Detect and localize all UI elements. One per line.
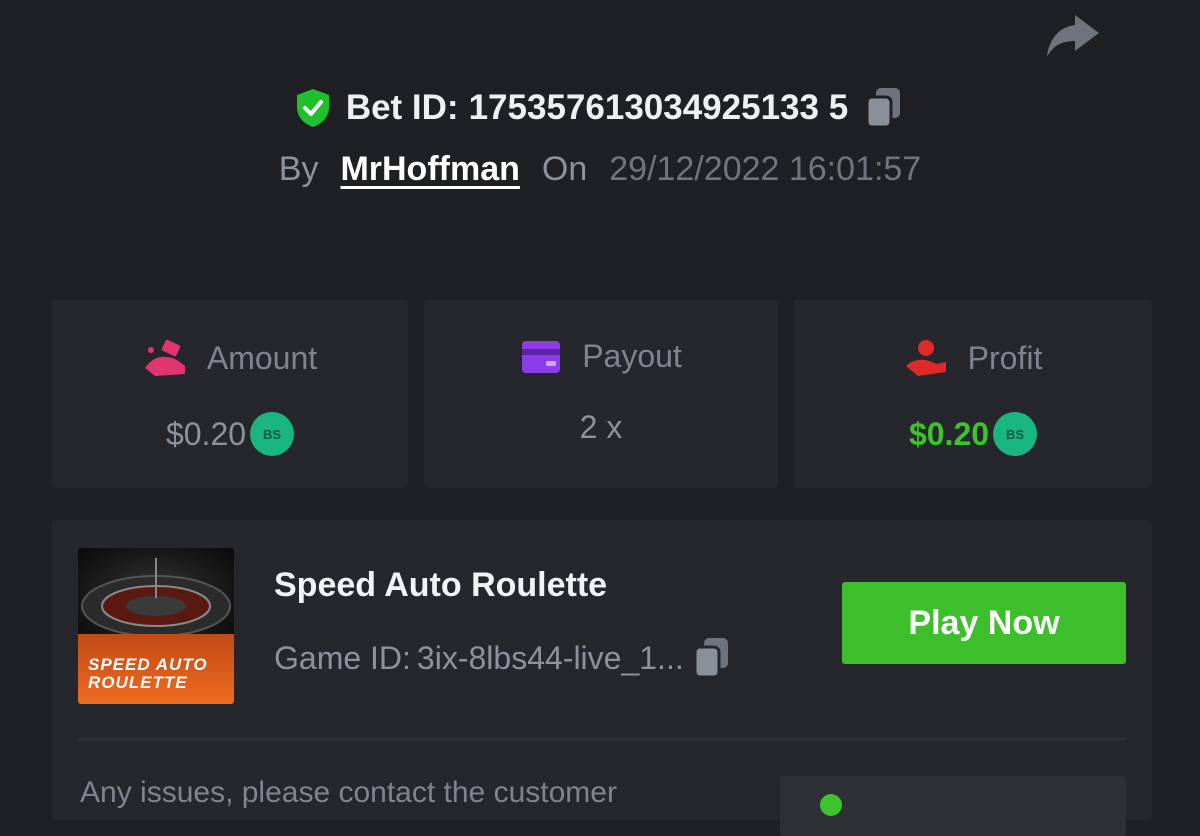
amount-value-row: $0.20 BS — [165, 412, 295, 456]
bet-id-value: 175357613034925133 5 — [468, 88, 849, 127]
copy-game-id-button[interactable] — [690, 636, 734, 680]
amount-value: $0.20 — [165, 415, 247, 452]
share-icon — [1047, 15, 1099, 57]
bet-id-label: Bet ID: — [345, 88, 459, 127]
amount-card: Amount $0.20 BS — [52, 300, 408, 488]
game-panel: SPEED AUTO ROULETTE Speed Auto Roulette … — [52, 520, 1152, 836]
payout-value-row: 2 x — [580, 409, 623, 446]
share-button[interactable] — [1044, 8, 1102, 62]
bet-id-row: Bet ID: 175357613034925133 5 — [0, 86, 1200, 130]
bet-meta-row: By MrHoffman On 29/12/2022 16:01:57 — [0, 150, 1200, 189]
by-label: By — [278, 150, 319, 188]
status-dot-icon — [820, 794, 842, 816]
card-icon — [522, 340, 561, 373]
bet-stats: Amount $0.20 BS Payout 2 x Profit $0.20 … — [52, 300, 1152, 488]
profit-hand-icon — [905, 340, 946, 376]
bet-datetime: 29/12/2022 16:01:57 — [609, 150, 922, 188]
profit-label: Profit — [967, 339, 1043, 376]
payout-value: 2 x — [579, 409, 623, 445]
amount-label: Amount — [206, 339, 318, 376]
coin-icon: BS — [250, 412, 295, 456]
profit-card: Profit $0.20 BS — [794, 300, 1152, 488]
coin-icon: BS — [993, 412, 1038, 456]
copy-bet-id-button[interactable] — [862, 86, 906, 130]
divider — [78, 738, 1126, 740]
profit-value-row: $0.20 BS — [908, 412, 1038, 456]
money-hand-icon — [144, 339, 185, 376]
game-id-value: 3ix-8lbs44-live_1... — [416, 639, 684, 676]
roulette-wheel-image — [78, 548, 234, 637]
support-text: Any issues, please contact the customer — [80, 776, 617, 809]
play-now-button[interactable]: Play Now — [842, 582, 1126, 664]
game-thumbnail[interactable]: SPEED AUTO ROULETTE — [78, 548, 234, 704]
bet-header: Bet ID: 175357613034925133 5 By MrHoffma… — [0, 86, 1200, 189]
payout-label: Payout — [582, 338, 682, 374]
game-id-label: Game ID: — [274, 639, 411, 676]
shield-check-icon — [296, 89, 329, 127]
copy-icon — [693, 638, 728, 679]
username-link[interactable]: MrHoffman — [340, 150, 519, 189]
copy-icon — [865, 88, 901, 129]
payout-card: Payout 2 x — [424, 300, 778, 488]
on-label: On — [541, 150, 588, 188]
profit-value: $0.20 — [908, 415, 990, 452]
game-id-row: Game ID: 3ix-8lbs44-live_1... — [274, 636, 734, 680]
thumbnail-title: SPEED AUTO ROULETTE — [88, 655, 208, 692]
support-button[interactable] — [780, 776, 1126, 836]
game-title: Speed Auto Roulette — [274, 566, 608, 604]
